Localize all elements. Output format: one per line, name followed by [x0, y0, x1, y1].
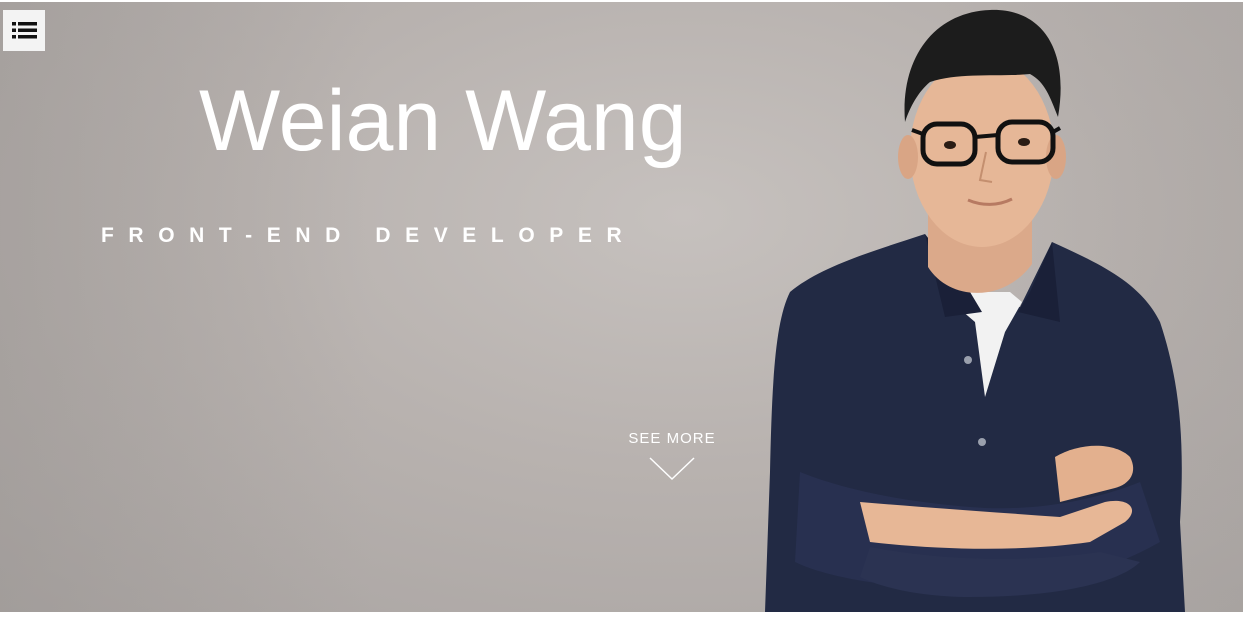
hero-section: Weian Wang FRONT-END DEVELOPER SEE MORE: [0, 2, 1243, 612]
hero-name: Weian Wang: [199, 73, 687, 169]
list-icon: [12, 22, 37, 39]
see-more-button[interactable]: SEE MORE: [622, 430, 722, 481]
hero-role: FRONT-END DEVELOPER: [101, 224, 637, 247]
person-portrait: [765, 9, 1185, 612]
menu-button[interactable]: [3, 10, 45, 51]
chevron-down-icon: [649, 457, 695, 481]
see-more-label: SEE MORE: [628, 430, 716, 447]
